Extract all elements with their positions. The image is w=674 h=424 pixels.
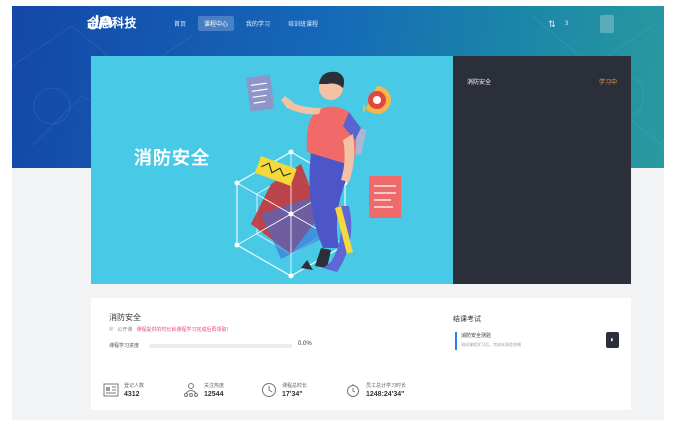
- progress-bar: [149, 344, 292, 348]
- course-side-panel: 消防安全 学习中: [453, 56, 631, 284]
- stat-total-duration: 课程总时长 17'34": [261, 382, 307, 398]
- switch-arrows-icon[interactable]: ⇅: [547, 18, 557, 30]
- progress-value: 0.0%: [298, 341, 312, 347]
- exam-section-title: 结课考试: [453, 316, 481, 323]
- stat-label: 登记人数: [124, 383, 145, 389]
- progress-label: 课程学习进度: [109, 343, 140, 349]
- public-course-icon: ◎: [109, 326, 114, 332]
- stat-value: 1248:24'34": [366, 391, 405, 398]
- main-menu: 首页 课程中心 我的学习 培训班课程: [168, 16, 324, 31]
- exam-name: 消防安全测验: [461, 333, 492, 339]
- firefighter-illustration: [234, 71, 401, 279]
- nav-home[interactable]: 首页: [168, 16, 192, 31]
- stat-label: 员工总计学习时长: [366, 383, 407, 389]
- course-notice: ◎ 公开课 课程提供的时长就课程学习完成后再领取！: [109, 326, 231, 333]
- stat-employee-study-time: 员工总计学习时长 1248:24'34": [345, 382, 406, 398]
- exam-description: 测试课程学习后，完成本测验合格: [461, 342, 521, 347]
- brand-logo[interactable]: 金慧科技: [87, 14, 137, 31]
- stat-value: 12544: [204, 391, 224, 398]
- nav-my-learning[interactable]: 我的学习: [240, 16, 276, 31]
- notice-text: 课程提供的时长就课程学习完成后再领取！: [136, 327, 232, 333]
- banner-title: 消防安全: [134, 148, 210, 168]
- exam-item[interactable]: 消防安全测验 测试课程学习后，完成本测验合格: [455, 332, 605, 350]
- course-info-card: 消防安全 ◎ 公开课 课程提供的时长就课程学习完成后再领取！ 课程学习进度 0.…: [91, 298, 631, 410]
- nav-course-center[interactable]: 课程中心: [198, 16, 235, 31]
- learning-status-badge: 学习中: [599, 80, 618, 86]
- nav-right: ⇅ 3: [547, 15, 615, 33]
- start-exam-button[interactable]: ◐: [606, 332, 619, 348]
- people-icon: [184, 383, 198, 397]
- id-card-icon: [103, 383, 119, 397]
- visibility-label: 公开课: [117, 327, 133, 333]
- stat-label: 关注热度: [204, 383, 225, 389]
- course-banner[interactable]: 消防安全: [91, 56, 453, 284]
- stat-popularity: 关注热度 12544: [183, 382, 224, 398]
- stat-enrolled: 登记人数 4312: [103, 382, 144, 398]
- brand-mark-icon: [87, 14, 113, 30]
- clock-icon: [262, 383, 276, 397]
- nav-training-courses[interactable]: 培训班课程: [282, 16, 324, 31]
- top-nav: 金慧科技 首页 课程中心 我的学习 培训班课程 ⇅ 3: [12, 6, 664, 40]
- timer-icon: [347, 384, 359, 397]
- play-icon: ◐: [610, 335, 615, 344]
- stat-value: 4312: [124, 391, 140, 398]
- side-course-title[interactable]: 消防安全: [467, 77, 491, 86]
- stat-value: 17'34": [282, 391, 303, 398]
- page-canvas: 金慧科技 首页 课程中心 我的学习 培训班课程 ⇅ 3 消防安全 消防安全 学习…: [12, 6, 664, 420]
- avatar[interactable]: [600, 15, 615, 33]
- course-name: 消防安全: [109, 313, 141, 322]
- user-name[interactable]: 3: [565, 21, 568, 27]
- stat-label: 课程总时长: [282, 383, 308, 389]
